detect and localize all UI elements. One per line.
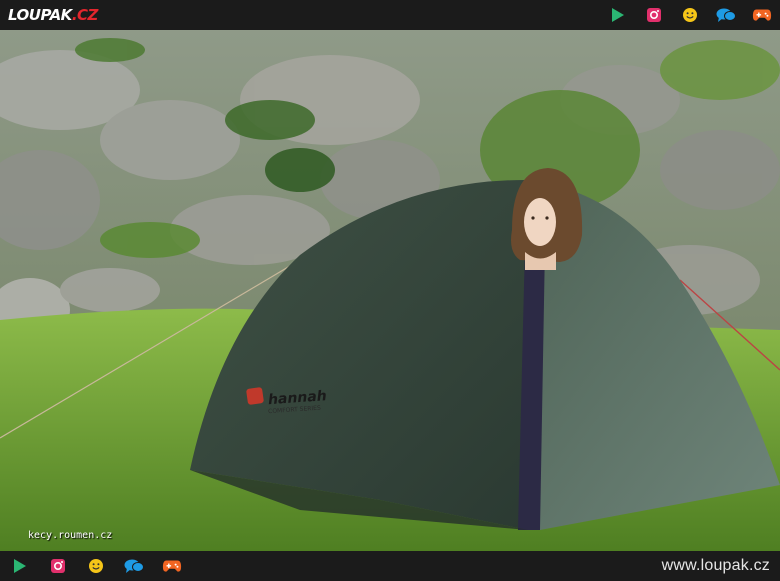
chat-bubbles-icon[interactable]	[124, 557, 144, 575]
play-icon[interactable]	[608, 6, 628, 24]
gamepad-icon[interactable]	[752, 6, 772, 24]
bottom-nav-icons	[10, 557, 182, 575]
gamepad-icon[interactable]	[162, 557, 182, 575]
play-icon[interactable]	[10, 557, 30, 575]
photo-content: hannah COMFORT SERIES kecy.roumen.cz	[0, 30, 780, 551]
smiley-icon[interactable]	[680, 6, 700, 24]
photo-watermark: kecy.roumen.cz	[28, 530, 113, 541]
site-logo[interactable]: LOUPAK.CZ	[8, 6, 98, 24]
site-url-link[interactable]: www.loupak.cz	[662, 557, 770, 575]
logo-tld: .CZ	[71, 6, 99, 24]
logo-text: LOUPAK	[8, 6, 72, 24]
top-bar: LOUPAK.CZ	[0, 0, 780, 30]
smiley-icon[interactable]	[86, 557, 106, 575]
chat-bubbles-icon[interactable]	[716, 6, 736, 24]
instagram-icon[interactable]	[48, 557, 68, 575]
tent-photo-illustration: hannah COMFORT SERIES	[0, 30, 780, 551]
bottom-bar: www.loupak.cz	[0, 551, 780, 581]
instagram-icon[interactable]	[644, 6, 664, 24]
top-nav-icons	[608, 6, 772, 24]
